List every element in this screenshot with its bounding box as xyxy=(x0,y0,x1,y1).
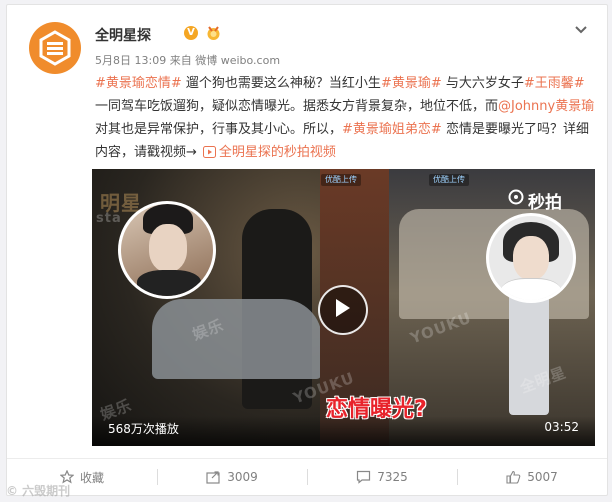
video-duration: 03:52 xyxy=(544,420,579,434)
post-text-segment: 遛个狗也需要这么神秘？当红小生 xyxy=(181,76,381,91)
post-text-segment: 对其也是异常保护，行事及其小心。所以， xyxy=(95,122,343,137)
comment-icon xyxy=(357,470,371,484)
verified-badge: V xyxy=(184,26,198,40)
weibo-post-card: 全明星探 V 5月8日 13:09 来自 微博 weibo.com #黄景瑜恋情… xyxy=(6,4,608,496)
video-link[interactable]: 全明星探的秒拍视频 xyxy=(219,145,336,160)
comment-count: 7325 xyxy=(377,470,408,484)
post-text-segment: 一同驾车吃饭遛狗，疑似恋情曝光。据悉女方背景复杂，地位不低，而 xyxy=(95,99,499,114)
video-play-button[interactable] xyxy=(318,285,368,335)
repost-icon xyxy=(206,471,220,484)
post-source[interactable]: 微博 weibo.com xyxy=(195,54,280,67)
watermark-text: sta xyxy=(96,211,122,226)
hashtag-link[interactable]: #黄景瑜# xyxy=(381,76,442,91)
like-count: 5007 xyxy=(527,470,558,484)
avatar-logo-icon xyxy=(39,30,71,66)
post-text-segment: 与大六岁女子 xyxy=(441,76,524,91)
author-name[interactable]: 全明星探 xyxy=(95,25,151,45)
post-via: 来自 xyxy=(169,54,192,67)
post-date[interactable]: 5月8日 13:09 xyxy=(95,54,166,67)
youku-upload-badge: 优酷上传 xyxy=(429,174,469,186)
video-player[interactable]: 明星 sta 优酷上传 YOUKU 娱乐 娱乐 优酷上传 全明星 YOUKU 秒… xyxy=(92,169,595,446)
video-play-icon xyxy=(336,299,350,317)
favorite-label: 收藏 xyxy=(79,470,104,485)
female-portrait-circle xyxy=(486,213,576,303)
chevron-down-icon[interactable] xyxy=(574,25,588,35)
like-icon xyxy=(506,470,521,484)
author-avatar[interactable] xyxy=(29,22,81,74)
hashtag-link[interactable]: #黄景瑜恋情# xyxy=(95,76,182,91)
youku-upload-badge: 优酷上传 xyxy=(321,174,361,186)
like-button[interactable]: 5007 xyxy=(457,459,607,495)
miaopai-label: 秒拍 xyxy=(528,193,562,213)
post-text: #黄景瑜恋情# 遛个狗也需要这么神秘？当红小生#黄景瑜# 与大六岁女子#王雨馨#… xyxy=(95,72,595,164)
medal-icon xyxy=(207,26,220,40)
miaopai-logo-icon xyxy=(508,189,524,205)
hashtag-link[interactable]: #黄景瑜姐弟恋# xyxy=(342,122,442,137)
video-link-icon xyxy=(202,146,216,158)
comment-button[interactable]: 7325 xyxy=(307,459,457,495)
repost-button[interactable]: 3009 xyxy=(157,459,307,495)
male-portrait-circle xyxy=(118,201,216,299)
video-play-count: 568万次播放 xyxy=(108,422,179,436)
post-meta: 5月8日 13:09 来自 微博 weibo.com xyxy=(95,52,280,68)
hashtag-link[interactable]: #王雨馨# xyxy=(524,76,585,91)
mention-link[interactable]: @Johnny黄景瑜 xyxy=(498,99,594,114)
footer-watermark: © 六毁期刊 xyxy=(6,484,71,498)
repost-count: 3009 xyxy=(227,470,258,484)
